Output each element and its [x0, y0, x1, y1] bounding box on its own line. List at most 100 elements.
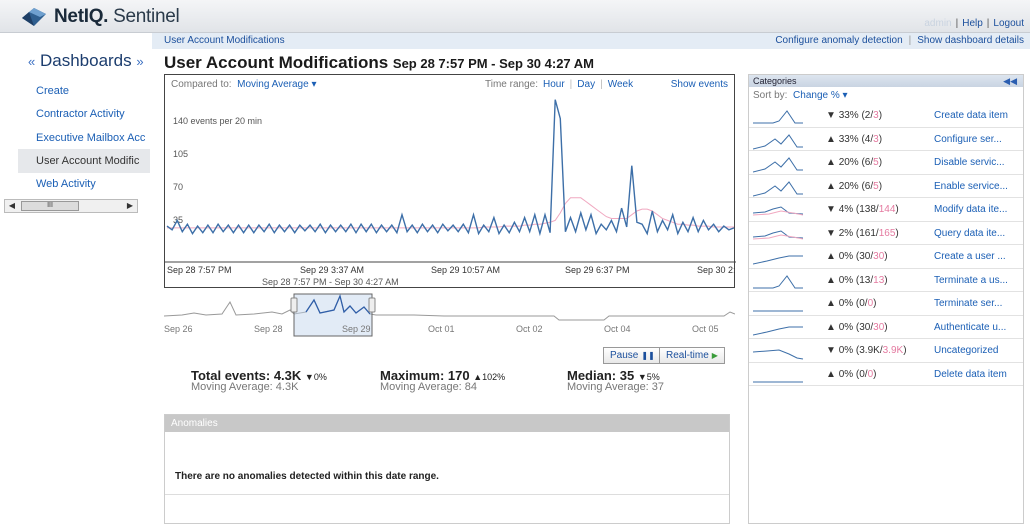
sidebar-item-executive-mailbox[interactable]: Executive Mailbox Acc: [18, 126, 150, 150]
help-link[interactable]: Help: [962, 18, 983, 29]
category-row[interactable]: ▲ 0% (0/0) Terminate ser...: [749, 292, 1023, 316]
anomalies-message: There are no anomalies detected within t…: [175, 471, 439, 482]
collapse-left-icon[interactable]: «: [28, 54, 35, 69]
overview-line: [164, 294, 735, 321]
stat-maximum: Maximum: 170 ▲102% Moving Average: 84: [380, 368, 505, 393]
overview-right-handle[interactable]: [368, 297, 376, 313]
category-row[interactable]: ▼ 0% (3.9K/3.9K) Uncategorized: [749, 339, 1023, 363]
logout-link[interactable]: Logout: [993, 18, 1024, 29]
category-name-link[interactable]: Delete data item: [934, 369, 1007, 380]
category-change: ▲ 0% (30/30): [826, 322, 888, 333]
category-row[interactable]: ▼ 33% (2/3) Create data item: [749, 104, 1023, 128]
sidebar-item-web-activity[interactable]: Web Activity: [18, 172, 150, 196]
compared-to-dropdown[interactable]: Moving Average ▾: [237, 79, 316, 90]
category-change-close: ): [895, 227, 899, 239]
pause-button[interactable]: Pause ❚❚: [603, 347, 662, 364]
breadcrumb: User Account Modifications Configure ano…: [152, 33, 1030, 49]
category-change-text: 0% (0/: [838, 298, 868, 309]
sidebar-scrollbar[interactable]: ◀ III ▶: [4, 199, 138, 213]
category-change-text: 0% (13/: [838, 274, 874, 286]
stat-total-change: ▼0%: [304, 372, 327, 382]
category-name-link[interactable]: Enable service...: [934, 181, 1008, 192]
category-change-text: 0% (0/: [838, 368, 868, 380]
sidebar-item-create[interactable]: Create: [18, 79, 150, 103]
category-change-close: ): [878, 110, 883, 121]
overview-x-tick: Sep 29: [342, 324, 371, 334]
realtime-button[interactable]: Real-time ▶: [659, 347, 725, 364]
overview-x-tick: Oct 05: [692, 324, 719, 334]
category-change: ▼ 33% (2/3): [826, 110, 882, 121]
scroll-right-icon[interactable]: ▶: [123, 200, 137, 212]
down-arrow-icon: ▼: [826, 345, 836, 356]
category-sparkline: [753, 274, 803, 288]
scroll-thumb[interactable]: III: [21, 201, 79, 211]
netiq-logo-icon: [20, 6, 50, 28]
sort-by-dropdown[interactable]: Change % ▾: [793, 90, 848, 101]
category-name-link[interactable]: Query data ite...: [934, 228, 1005, 239]
category-name-link[interactable]: Uncategorized: [934, 345, 998, 356]
overview-x-tick: Sep 28: [254, 324, 283, 334]
category-change-text: 0% (3.9K/: [838, 345, 883, 356]
category-row[interactable]: ▲ 0% (30/30) Create a user ...: [749, 245, 1023, 269]
time-range-week[interactable]: Week: [608, 79, 633, 90]
category-name-link[interactable]: Modify data ite...: [934, 204, 1007, 215]
category-row[interactable]: ▲ 33% (4/3) Configure ser...: [749, 128, 1023, 151]
category-name-link[interactable]: Create data item: [934, 110, 1008, 121]
category-sparkline: [753, 310, 803, 312]
time-range-hour[interactable]: Hour: [543, 79, 565, 90]
configure-anomaly-link[interactable]: Configure anomaly detection: [775, 35, 902, 46]
category-sparkline: [753, 206, 804, 216]
y-tick-label: 140 events per 20 min: [173, 116, 262, 126]
category-sparkline: [753, 255, 803, 265]
overview-navigator[interactable]: Sep 26 Sep 28 Sep 29 Oct 01 Oct 02 Oct 04 Oct …: [164, 292, 735, 342]
sidebar-item-user-account-modifications[interactable]: User Account Modific: [18, 149, 150, 173]
category-sparkline: [753, 157, 803, 173]
category-change-text: 2% (161/: [838, 227, 879, 239]
category-change-close: ): [884, 321, 888, 333]
time-range: Time range: Hour | Day | Week: [485, 79, 634, 90]
category-row[interactable]: ▲ 0% (30/30) Authenticate u...: [749, 316, 1023, 339]
dashboards-title: « Dashboards »: [28, 51, 144, 71]
selection-range-label: Sep 28 7:57 PM - Sep 30 4:27 AM: [262, 277, 399, 287]
collapse-panel-icon[interactable]: ◀◀: [1003, 75, 1017, 87]
category-row[interactable]: ▲ 0% (13/13) Terminate a us...: [749, 269, 1023, 292]
category-name-link[interactable]: Terminate ser...: [934, 298, 1002, 309]
breadcrumb-current[interactable]: User Account Modifications: [164, 35, 285, 46]
down-arrow-icon: ▼: [826, 204, 836, 215]
category-row[interactable]: ▲ 0% (0/0) Delete data item: [749, 363, 1023, 386]
logo-product: Sentinel: [113, 6, 180, 27]
x-tick-label: Sep 29 10:57 AM: [431, 265, 500, 275]
up-arrow-icon: ▲: [826, 321, 836, 333]
scroll-left-icon[interactable]: ◀: [5, 200, 19, 212]
category-name-link[interactable]: Create a user ...: [934, 251, 1006, 262]
categories-panel: Categories ◀◀ Sort by: Change % ▾ ▼ 33% …: [748, 74, 1024, 524]
category-name-link[interactable]: Configure ser...: [934, 134, 1002, 145]
categories-list: ▼ 33% (2/3) Create data item ▲ 33% (4/3) Co…: [749, 104, 1023, 386]
y-tick-label: 70: [173, 182, 183, 192]
stat-median-sub: Moving Average: 37: [567, 381, 665, 393]
category-change-close: ): [878, 157, 883, 168]
time-range-day[interactable]: Day: [577, 79, 595, 90]
overview-left-handle[interactable]: [290, 297, 298, 313]
category-row[interactable]: ▲ 20% (6/5) Disable servic...: [749, 151, 1023, 175]
expand-right-icon[interactable]: »: [136, 54, 143, 69]
category-name-link[interactable]: Terminate a us...: [934, 275, 1008, 286]
category-change: ▲ 20% (6/5): [826, 157, 882, 168]
category-sparkline: [753, 349, 804, 360]
category-row[interactable]: ▲ 20% (6/5) Enable service...: [749, 175, 1023, 198]
show-dashboard-details-link[interactable]: Show dashboard details: [917, 35, 1024, 46]
overview-x-tick: Oct 04: [604, 324, 631, 334]
show-events-link[interactable]: Show events: [671, 79, 728, 90]
sidebar-item-contractor-activity[interactable]: Contractor Activity: [18, 102, 150, 126]
up-arrow-icon: ▲: [826, 368, 836, 380]
category-row[interactable]: ▼ 2% (161/165) Query data ite...: [749, 222, 1023, 245]
category-name-link[interactable]: Disable servic...: [934, 157, 1005, 168]
top-header: NetIQ. Sentinel admin | Help | Logout: [0, 0, 1030, 33]
category-name-link[interactable]: Authenticate u...: [934, 322, 1006, 333]
x-tick-label: Sep 29 6:37 PM: [565, 265, 630, 275]
category-row[interactable]: ▼ 4% (138/144) Modify data ite...: [749, 198, 1023, 222]
app-logo: NetIQ. Sentinel: [20, 6, 180, 28]
category-change-reference: 30: [873, 321, 885, 333]
category-change-close: ): [884, 251, 888, 262]
category-sparkline: [753, 381, 803, 382]
